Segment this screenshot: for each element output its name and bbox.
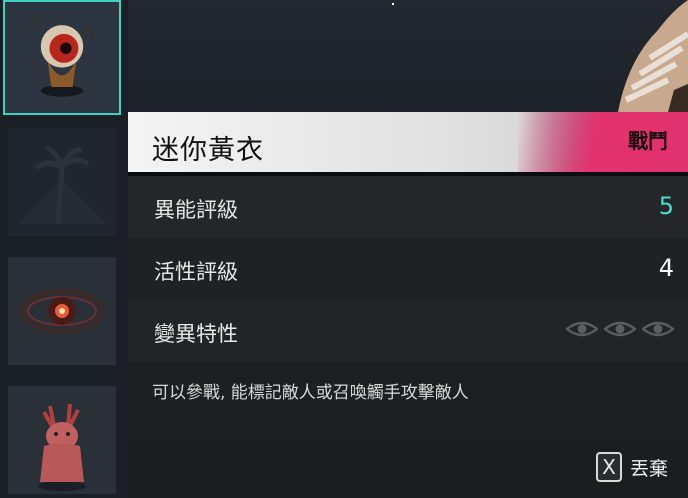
mini-yellow-robe-creature-icon: [29, 15, 93, 97]
red-rabbit-creature-icon: [38, 403, 86, 491]
item-description-box: 可以參戰, 能標記敵人或召喚觸手攻擊敵人: [128, 362, 688, 439]
eye-icon: [642, 321, 674, 337]
inventory-slot-red-rabbit[interactable]: [8, 386, 116, 494]
mutation-eyes: [566, 319, 674, 339]
stat-row-activity-rating: 活性評級 4: [128, 238, 688, 301]
inventory-sidebar: [0, 0, 128, 498]
stat-label: 變異特性: [154, 322, 238, 346]
stat-value: 5: [658, 192, 674, 220]
inventory-slot-locked[interactable]: [8, 128, 116, 236]
stat-row-mutation-trait: 變異特性: [128, 300, 688, 363]
palm-tree-placeholder-icon: [18, 145, 106, 225]
inventory-slot-mini-yellow-robe[interactable]: [3, 0, 121, 115]
inventory-slot-eye-orb[interactable]: [8, 257, 116, 365]
item-title-bar: 迷你黃衣 戰鬥: [128, 112, 688, 176]
stat-row-ability-rating: 異能評級 5: [128, 176, 688, 239]
eye-icon: [566, 321, 598, 337]
stat-label: 異能評級: [154, 198, 238, 222]
star-speck: [392, 3, 394, 5]
item-category-tag: 戰鬥: [628, 129, 668, 153]
stat-value: 4: [658, 254, 674, 282]
eye-orb-artifact-icon: [19, 288, 105, 334]
character-arm-bandage-illustration: [618, 0, 688, 112]
background-scene: [128, 0, 688, 112]
discard-button[interactable]: X 丟棄: [595, 452, 668, 482]
stat-label: 活性評級: [154, 260, 238, 284]
discard-label: 丟棄: [629, 457, 668, 480]
item-description: 可以參戰, 能標記敵人或召喚觸手攻擊敵人: [152, 383, 469, 403]
eye-icon: [604, 321, 636, 337]
item-detail-panel: 迷你黃衣 戰鬥 異能評級 5 活性評級 4 變異特性 可以參戰, 能標記敵人或召: [128, 112, 688, 498]
item-name: 迷你黃衣: [152, 135, 264, 166]
action-footer: X 丟棄: [128, 438, 688, 498]
discard-key-hint: X: [595, 452, 622, 482]
